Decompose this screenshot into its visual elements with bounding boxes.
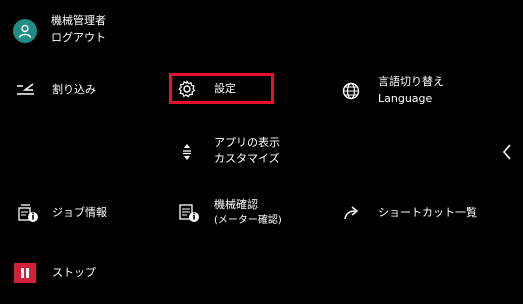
shortcut-list-label: ショートカット一覧 xyxy=(378,206,477,219)
app-display-label-line1: アプリの表示 xyxy=(214,136,280,149)
sort-icon xyxy=(183,144,191,160)
user-name: 機械管理者 xyxy=(51,14,106,27)
user-glyph xyxy=(18,24,32,38)
app-display-label-line2: カスタマイズ xyxy=(214,152,280,165)
logout-link[interactable]: ログアウト xyxy=(51,30,106,46)
interrupt-icon xyxy=(17,83,34,95)
language-label: 言語切り替え xyxy=(378,75,444,88)
user-icon xyxy=(13,19,37,43)
language-button[interactable]: 言語切り替え Language xyxy=(335,72,485,110)
interrupt-label: 割り込み xyxy=(52,83,96,96)
app-display-customize-button[interactable]: アプリの表示 カスタマイズ xyxy=(172,133,312,169)
globe-icon xyxy=(342,82,360,100)
shortcut-list-button[interactable]: ショートカット一覧 xyxy=(335,200,495,226)
job-info-icon xyxy=(18,204,38,222)
language-sublabel: Language xyxy=(378,92,433,105)
stop-button[interactable]: ストップ xyxy=(10,260,140,286)
gear-icon xyxy=(178,80,196,98)
machine-info-icon xyxy=(179,204,199,222)
settings-label: 設定 xyxy=(214,82,236,95)
stop-label: ストップ xyxy=(52,266,96,279)
chevron-left-icon[interactable] xyxy=(500,142,514,162)
machine-check-button[interactable]: 機械確認 (メーター確認) xyxy=(172,195,312,231)
machine-check-label-line1: 機械確認 xyxy=(214,198,258,211)
machine-check-label-line2: (メーター確認) xyxy=(214,215,282,226)
job-info-label: ジョブ情報 xyxy=(52,206,107,219)
user-section[interactable]: 機械管理者 ログアウト xyxy=(10,10,150,50)
stop-icon xyxy=(14,263,36,283)
settings-button[interactable]: 設定 xyxy=(172,76,271,101)
job-info-button[interactable]: ジョブ情報 xyxy=(10,200,140,226)
share-arrow-icon xyxy=(344,206,359,220)
interrupt-button[interactable]: 割り込み xyxy=(10,78,140,102)
